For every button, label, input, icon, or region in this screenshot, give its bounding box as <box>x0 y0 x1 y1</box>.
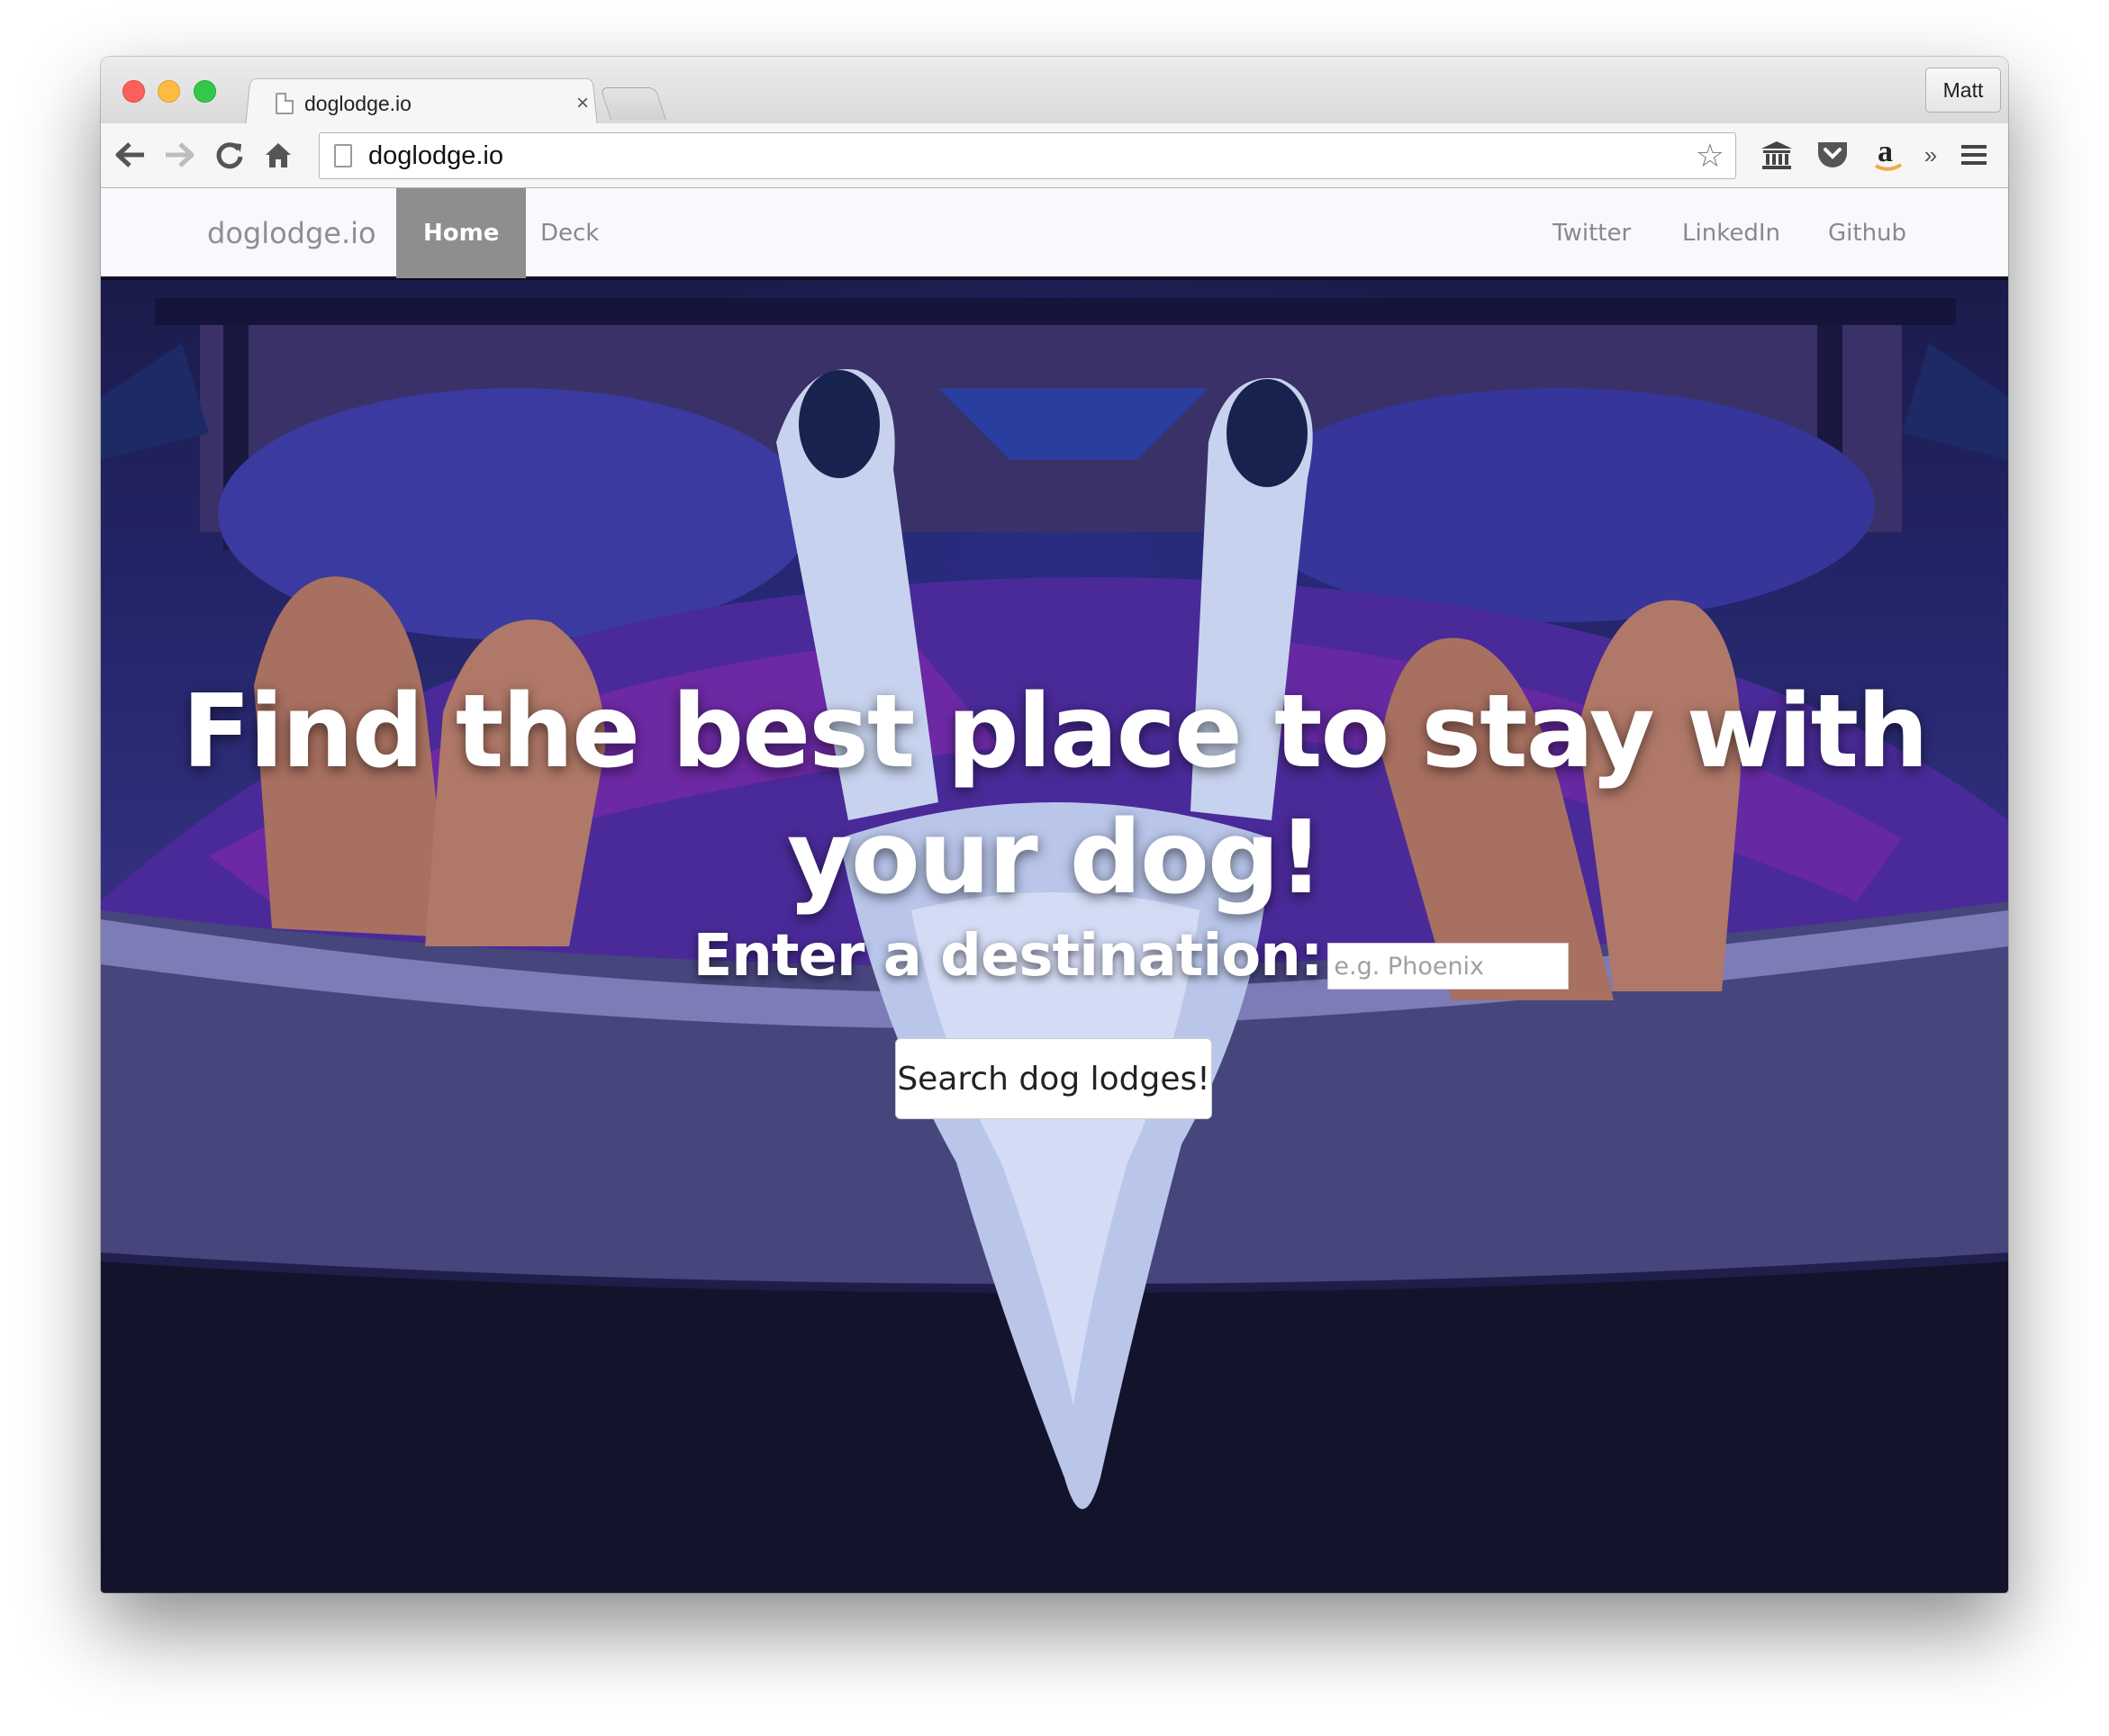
address-bar[interactable]: doglodge.io ☆ <box>319 132 1736 179</box>
profile-button[interactable]: Matt <box>1925 68 2001 113</box>
tab-title: doglodge.io <box>304 91 412 115</box>
reload-icon <box>216 142 243 169</box>
forward-button[interactable] <box>160 136 198 174</box>
title-bar: doglodge.io × Matt <box>101 57 2008 127</box>
address-url[interactable]: doglodge.io <box>368 141 1696 171</box>
zoom-window-button[interactable] <box>194 80 216 103</box>
browser-tab-content: doglodge.io × <box>263 84 596 123</box>
page-icon <box>334 144 352 167</box>
arrow-left-icon <box>115 142 144 167</box>
arrow-right-icon <box>166 142 195 167</box>
nav-linkedin[interactable]: LinkedIn <box>1682 188 1780 278</box>
close-window-button[interactable] <box>122 80 145 103</box>
destination-input[interactable] <box>1327 943 1570 990</box>
tab-close-icon[interactable]: × <box>569 91 596 116</box>
nav-home[interactable]: Home <box>396 188 527 278</box>
site-navbar: doglodge.io Home Deck Twitter LinkedIn G… <box>101 188 2008 278</box>
amazon-icon[interactable]: a <box>1868 136 1909 174</box>
minimize-window-button[interactable] <box>158 80 180 103</box>
search-dog-lodges-button[interactable]: Search dog lodges! <box>895 1038 1212 1119</box>
pocket-icon[interactable] <box>1812 136 1853 174</box>
destination-row: Enter a destination: <box>101 923 2008 990</box>
star-icon[interactable]: ☆ <box>1696 137 1724 175</box>
browser-toolbar: doglodge.io ☆ a » <box>101 123 2008 188</box>
nav-github[interactable]: Github <box>1828 188 1906 278</box>
page-favicon-icon <box>276 93 294 114</box>
hero-title: Find the best place to stay with your do… <box>182 674 1929 917</box>
back-button[interactable] <box>112 136 149 174</box>
svg-text:a: a <box>1878 136 1893 168</box>
hero-section: Find the best place to stay with your do… <box>101 280 2008 1593</box>
site-brand[interactable]: doglodge.io <box>207 188 376 278</box>
hamburger-menu-icon[interactable] <box>1956 136 1992 174</box>
web-page: doglodge.io Home Deck Twitter LinkedIn G… <box>101 188 2008 1593</box>
extensions-overflow-button[interactable]: » <box>1920 136 1942 174</box>
home-icon <box>266 143 291 167</box>
destination-label: Enter a destination: <box>692 923 1324 990</box>
new-tab-button[interactable] <box>600 87 666 120</box>
bank-icon[interactable] <box>1756 136 1797 174</box>
browser-window: doglodge.io × Matt doglodge.io ☆ a » dog… <box>101 57 2008 1593</box>
reload-button[interactable] <box>211 136 249 174</box>
nav-twitter[interactable]: Twitter <box>1552 188 1631 278</box>
nav-deck[interactable]: Deck <box>540 188 599 278</box>
home-button[interactable] <box>259 136 297 174</box>
